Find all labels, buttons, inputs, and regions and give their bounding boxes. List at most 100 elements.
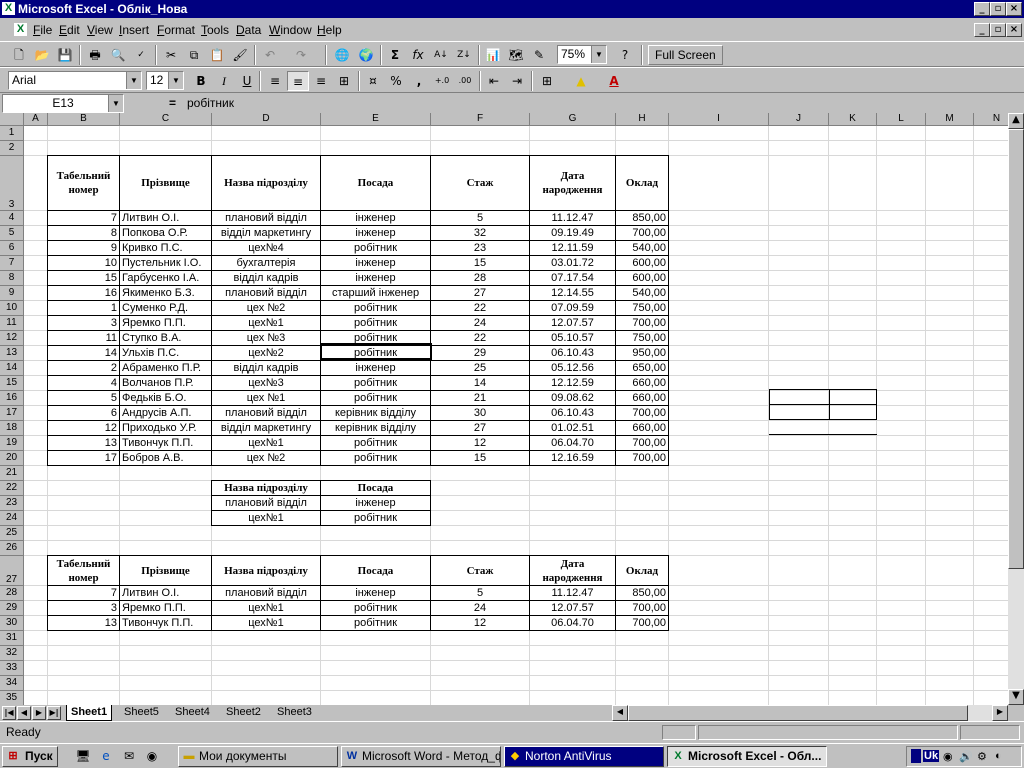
- table1-cell[interactable]: 23: [430, 240, 530, 256]
- table2-cell[interactable]: 12: [430, 615, 530, 631]
- web-toolbar-icon[interactable]: 🌍: [355, 45, 377, 65]
- table1-cell[interactable]: 750,00: [615, 330, 669, 346]
- align-right-icon[interactable]: ≡: [310, 71, 332, 91]
- decrease-indent-icon[interactable]: ⇤: [483, 71, 505, 91]
- zoom-select[interactable]: 75% ▼: [557, 45, 607, 64]
- table1-cell[interactable]: інженер: [320, 255, 431, 271]
- table1-cell[interactable]: робітник: [320, 435, 431, 451]
- task-norton[interactable]: ◆ Norton AntiVirus: [504, 746, 664, 767]
- row-header-20[interactable]: 20: [0, 451, 24, 466]
- table1-cell[interactable]: 540,00: [615, 240, 669, 256]
- table1-cell[interactable]: Яремко П.П.: [119, 315, 212, 331]
- table1-cell[interactable]: робітник: [320, 345, 431, 361]
- row-header-2[interactable]: 2: [0, 141, 24, 156]
- increase-decimal-icon[interactable]: +.0: [431, 71, 453, 91]
- table1-cell[interactable]: робітник: [320, 330, 431, 346]
- table1-cell[interactable]: робітник: [320, 390, 431, 406]
- table1-cell[interactable]: цех№3: [211, 375, 321, 391]
- table2-cell[interactable]: 06.04.70: [529, 615, 616, 631]
- table1-cell[interactable]: цех№1: [211, 435, 321, 451]
- sort-ascending-icon[interactable]: A↓: [430, 45, 452, 65]
- table1-cell[interactable]: інженер: [320, 270, 431, 286]
- table2-cell[interactable]: робітник: [320, 600, 431, 616]
- table1-cell[interactable]: 600,00: [615, 270, 669, 286]
- table1-cell[interactable]: 6: [47, 405, 120, 421]
- table1-cell[interactable]: 7: [47, 210, 120, 226]
- row-header-27[interactable]: 27: [0, 556, 24, 586]
- new-icon[interactable]: 🗋: [8, 45, 30, 65]
- table1-cell[interactable]: 06.10.43: [529, 405, 616, 421]
- table1-cell[interactable]: 3: [47, 315, 120, 331]
- table1-cell[interactable]: 8: [47, 225, 120, 241]
- row-header-22[interactable]: 22: [0, 481, 24, 496]
- table1-cell[interactable]: Волчанов П.Р.: [119, 375, 212, 391]
- table2-header-cell[interactable]: Табельний номер: [47, 555, 120, 586]
- autosum-icon[interactable]: Σ: [384, 45, 406, 65]
- row-header-8[interactable]: 8: [0, 271, 24, 286]
- prev-sheet-icon[interactable]: ◀: [17, 706, 31, 720]
- table1-header-cell[interactable]: Оклад: [615, 155, 669, 211]
- row-header-1[interactable]: 1: [0, 126, 24, 141]
- table1-cell[interactable]: цех №2: [211, 300, 321, 316]
- table1-cell[interactable]: 14: [430, 375, 530, 391]
- table1-cell[interactable]: 660,00: [615, 390, 669, 406]
- table1-cell[interactable]: керівник відділу: [320, 420, 431, 436]
- table1-cell[interactable]: 22: [430, 330, 530, 346]
- menu-edit[interactable]: Edit: [59, 23, 80, 37]
- menu-data[interactable]: Data: [236, 23, 261, 37]
- table1-cell[interactable]: 13: [47, 435, 120, 451]
- table1-cell[interactable]: 850,00: [615, 210, 669, 226]
- table1-cell[interactable]: Федьків Б.О.: [119, 390, 212, 406]
- print-icon[interactable]: 🖶: [84, 45, 106, 65]
- language-indicator[interactable]: Uk: [923, 750, 940, 762]
- table1-cell[interactable]: 15: [430, 255, 530, 271]
- increase-indent-icon[interactable]: ⇥: [506, 71, 528, 91]
- table1-cell[interactable]: 27: [430, 285, 530, 301]
- row-header-11[interactable]: 11: [0, 316, 24, 331]
- table1-cell[interactable]: 03.01.72: [529, 255, 616, 271]
- table2-header-cell[interactable]: Прізвище: [119, 555, 212, 586]
- table2-header-cell[interactable]: Оклад: [615, 555, 669, 586]
- office-assistant-icon[interactable]: ?: [614, 45, 636, 65]
- table1-cell[interactable]: Абраменко П.Р.: [119, 360, 212, 376]
- table1-cell[interactable]: 09.19.49: [529, 225, 616, 241]
- workbook-icon[interactable]: X: [14, 23, 27, 36]
- maximize-button[interactable]: ▫: [990, 2, 1006, 16]
- align-left-icon[interactable]: ≡: [264, 71, 286, 91]
- table1-cell[interactable]: 09.08.62: [529, 390, 616, 406]
- col-header-m[interactable]: M: [926, 113, 974, 126]
- row-header-14[interactable]: 14: [0, 361, 24, 376]
- col-header-a[interactable]: A: [24, 113, 48, 126]
- chevron-down-icon[interactable]: ▼: [126, 72, 141, 89]
- table1-cell[interactable]: 14: [47, 345, 120, 361]
- format-painter-icon[interactable]: 🖌: [229, 45, 251, 65]
- currency-icon[interactable]: ¤: [362, 71, 384, 91]
- menu-view[interactable]: View: [87, 23, 113, 37]
- row-header-9[interactable]: 9: [0, 286, 24, 301]
- table1-cell[interactable]: 07.17.54: [529, 270, 616, 286]
- table1-cell[interactable]: робітник: [320, 450, 431, 466]
- task-my-documents[interactable]: ▬ Мои документы: [178, 746, 338, 767]
- row-header-4[interactable]: 4: [0, 211, 24, 226]
- row-header-15[interactable]: 15: [0, 376, 24, 391]
- col-header-n[interactable]: N: [974, 113, 1008, 126]
- table1-cell[interactable]: інженер: [320, 210, 431, 226]
- menu-tools[interactable]: Tools: [201, 23, 229, 37]
- table2-cell[interactable]: Яремко П.П.: [119, 600, 212, 616]
- table1-cell[interactable]: 2: [47, 360, 120, 376]
- table2-cell[interactable]: 5: [430, 585, 530, 601]
- table1-header-cell[interactable]: Назва підрозділу: [211, 155, 321, 211]
- table1-cell[interactable]: Андрусів А.П.: [119, 405, 212, 421]
- table1-cell[interactable]: 05.10.57: [529, 330, 616, 346]
- tray-icon[interactable]: ◉: [943, 750, 953, 763]
- table1-cell[interactable]: 700,00: [615, 315, 669, 331]
- menu-file[interactable]: File: [33, 23, 52, 37]
- ie-icon[interactable]: e: [95, 746, 117, 766]
- close-button[interactable]: ×: [1006, 2, 1022, 16]
- table1-cell[interactable]: старший інженер: [320, 285, 431, 301]
- tab-sheet1[interactable]: Sheet1: [66, 705, 113, 721]
- table2-header-cell[interactable]: Посада: [320, 555, 431, 586]
- open-icon[interactable]: 📂: [31, 45, 53, 65]
- table1-cell[interactable]: цех№1: [211, 315, 321, 331]
- tab-sheet2[interactable]: Sheet2: [222, 705, 265, 720]
